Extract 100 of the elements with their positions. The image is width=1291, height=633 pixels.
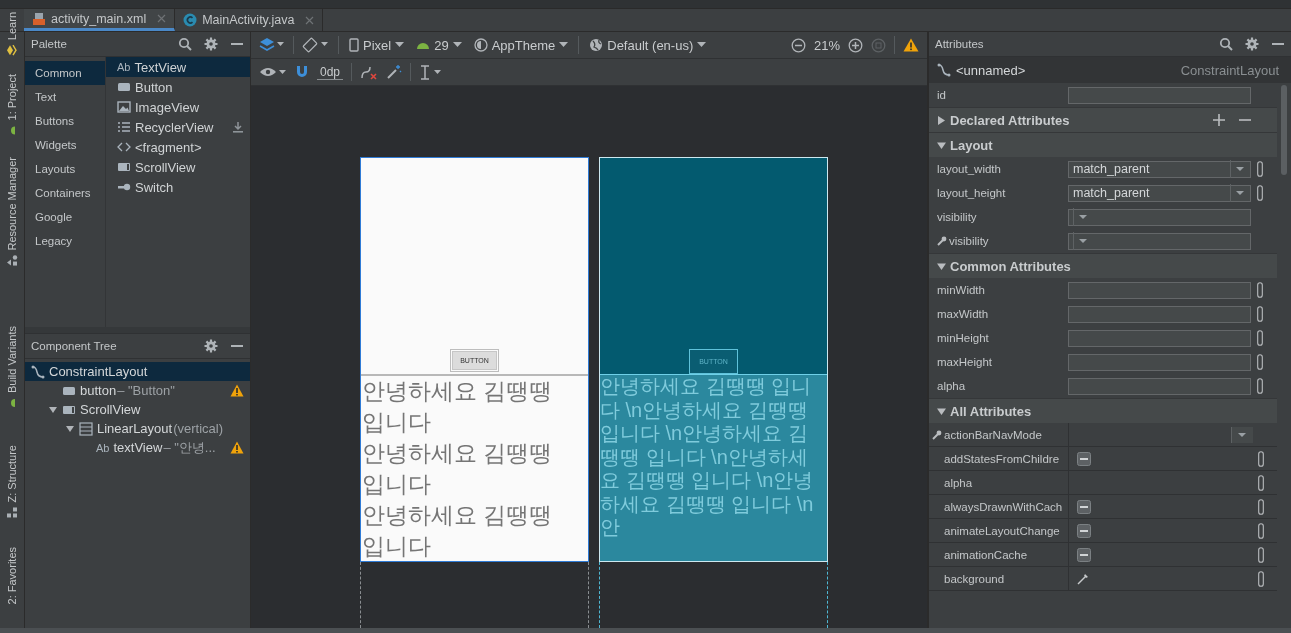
- tree-item[interactable]: LinearLayout(vertical): [25, 419, 250, 438]
- palette-category[interactable]: Legacy: [25, 229, 105, 253]
- tool-window-tab[interactable]: Z: Structure: [6, 441, 18, 523]
- resource-picker-icon[interactable]: [1257, 306, 1263, 322]
- download-icon[interactable]: [232, 121, 244, 133]
- resource-picker-icon[interactable]: [1258, 474, 1264, 491]
- palette-item[interactable]: RecyclerView: [106, 117, 250, 137]
- attribute-name: maxHeight: [937, 356, 992, 368]
- checkbox-indeterminate-icon[interactable]: [1077, 547, 1091, 562]
- tool-window-tab[interactable]: Resource Manager: [6, 152, 18, 271]
- warning-icon[interactable]: [230, 384, 244, 397]
- phone-icon: [349, 38, 359, 52]
- palette-item[interactable]: <fragment>: [106, 137, 250, 157]
- palette-item[interactable]: Button: [106, 77, 250, 97]
- editor-tab[interactable]: activity_main.xml: [24, 9, 176, 31]
- zoom-in-icon[interactable]: [848, 37, 863, 53]
- tool-window-tab[interactable]: Build Variants: [6, 322, 18, 414]
- palette-item[interactable]: ScrollView: [106, 157, 250, 177]
- palette-category[interactable]: Layouts: [25, 157, 105, 181]
- attribute-name: minHeight: [937, 332, 989, 344]
- palette-category[interactable]: Containers: [25, 181, 105, 205]
- eye-icon[interactable]: [259, 65, 287, 79]
- eyedropper-icon[interactable]: [1077, 572, 1090, 585]
- shapes-icon: [6, 254, 18, 267]
- settings-icon[interactable]: [204, 339, 218, 353]
- tree-item[interactable]: button– "Button": [25, 381, 250, 400]
- checkbox-indeterminate-icon[interactable]: [1077, 499, 1091, 514]
- palette-category[interactable]: Buttons: [25, 109, 105, 133]
- magnet-icon[interactable]: [295, 65, 309, 79]
- resource-picker-icon[interactable]: [1257, 330, 1263, 346]
- expand-arrow-icon[interactable]: [937, 406, 946, 416]
- api-level-dropdown[interactable]: 29: [414, 37, 464, 53]
- tree-item[interactable]: ScrollView: [25, 400, 250, 419]
- resource-picker-icon[interactable]: [1257, 378, 1263, 394]
- palette-item[interactable]: Switch: [106, 177, 250, 197]
- section-header[interactable]: Common Attributes: [929, 253, 1277, 278]
- expand-arrow-icon[interactable]: [65, 423, 75, 434]
- palette-category[interactable]: Google: [25, 205, 105, 229]
- device-dropdown[interactable]: Pixel: [347, 37, 407, 53]
- component-type: ConstraintLayout: [1180, 62, 1279, 78]
- resource-picker-icon[interactable]: [1257, 161, 1263, 177]
- attribute-name: visibility: [949, 235, 989, 247]
- palette-category[interactable]: Text: [25, 85, 105, 109]
- expand-arrow-icon[interactable]: [937, 115, 946, 125]
- resource-picker-icon[interactable]: [1258, 450, 1264, 467]
- resource-picker-icon[interactable]: [1258, 570, 1264, 587]
- section-header[interactable]: All Attributes: [929, 398, 1277, 423]
- expand-arrow-icon[interactable]: [937, 261, 946, 271]
- attribute-field[interactable]: [1068, 305, 1251, 323]
- palette-item[interactable]: Ab TextView: [106, 57, 250, 77]
- tree-item[interactable]: Ab textView– "안녕...: [25, 438, 250, 457]
- default-margin-field[interactable]: 0dp: [317, 64, 344, 80]
- zoom-out-icon[interactable]: [790, 37, 806, 53]
- settings-icon[interactable]: [1245, 37, 1259, 51]
- component-name: <unnamed>: [956, 62, 1026, 78]
- palette-item[interactable]: ImageView: [106, 97, 250, 117]
- resource-picker-icon[interactable]: [1258, 546, 1264, 563]
- checkbox-indeterminate-icon[interactable]: [1077, 523, 1091, 538]
- theme-dropdown[interactable]: AppTheme: [471, 37, 571, 53]
- tool-window-tab[interactable]: 1: Project: [6, 70, 18, 141]
- section-header[interactable]: Layout: [929, 132, 1277, 157]
- attribute-field[interactable]: [1068, 281, 1251, 299]
- rotate-icon[interactable]: [302, 37, 330, 53]
- magic-wand-icon[interactable]: [386, 64, 403, 80]
- add-icon[interactable]: [1213, 114, 1225, 126]
- caret-icon: [697, 42, 707, 48]
- warning-icon[interactable]: [230, 441, 244, 454]
- scrollbar-thumb[interactable]: [1281, 85, 1287, 175]
- attribute-name: minWidth: [937, 284, 985, 296]
- attribute-field[interactable]: [1068, 377, 1251, 395]
- theme-icon: [473, 38, 488, 52]
- caret-icon: [452, 42, 462, 48]
- search-icon[interactable]: [1219, 37, 1233, 51]
- layers-icon[interactable]: [259, 37, 285, 53]
- palette-category[interactable]: Common: [25, 61, 105, 85]
- checkbox-indeterminate-icon[interactable]: [1077, 451, 1091, 466]
- tool-window-tab[interactable]: 2: Favorites: [6, 542, 18, 609]
- editor-tab[interactable]: MainActivity.java: [175, 9, 324, 31]
- palette-category[interactable]: Widgets: [25, 133, 105, 157]
- attribute-field[interactable]: [1068, 353, 1251, 371]
- blueprint-text: 안녕하세요 김땡땡 입니다 \n안녕하세요 김땡땡 입니다 \n안녕하세요 김땡땡 입니다 \n안녕하세요 김땡땡 입니다 \n안녕하세요 김땡땡 입니다 \n안: [600, 375, 815, 540]
- attribute-dropdown[interactable]: match_parent: [1068, 184, 1251, 202]
- tree-item[interactable]: ConstraintLayout: [25, 362, 250, 381]
- attribute-dropdown[interactable]: match_parent: [1068, 160, 1251, 178]
- resource-picker-icon[interactable]: [1257, 354, 1263, 370]
- attribute-field[interactable]: [1068, 329, 1251, 347]
- resource-picker-icon[interactable]: [1257, 185, 1263, 201]
- section-header[interactable]: Declared Attributes: [929, 107, 1277, 132]
- warning-icon[interactable]: [903, 38, 919, 52]
- resource-picker-icon[interactable]: [1257, 282, 1263, 298]
- expand-arrow-icon[interactable]: [48, 404, 58, 415]
- tool-window-tab[interactable]: Learn: [6, 8, 18, 61]
- locale-dropdown[interactable]: Default (en-us): [587, 37, 709, 53]
- expand-arrow-icon[interactable]: [937, 140, 946, 150]
- resource-picker-icon[interactable]: [1258, 522, 1264, 539]
- resource-picker-icon[interactable]: [1258, 498, 1264, 515]
- settings-icon[interactable]: [204, 37, 218, 51]
- search-icon[interactable]: [178, 37, 192, 51]
- id-field[interactable]: [1068, 86, 1251, 104]
- clear-constraints-icon[interactable]: [360, 64, 379, 80]
